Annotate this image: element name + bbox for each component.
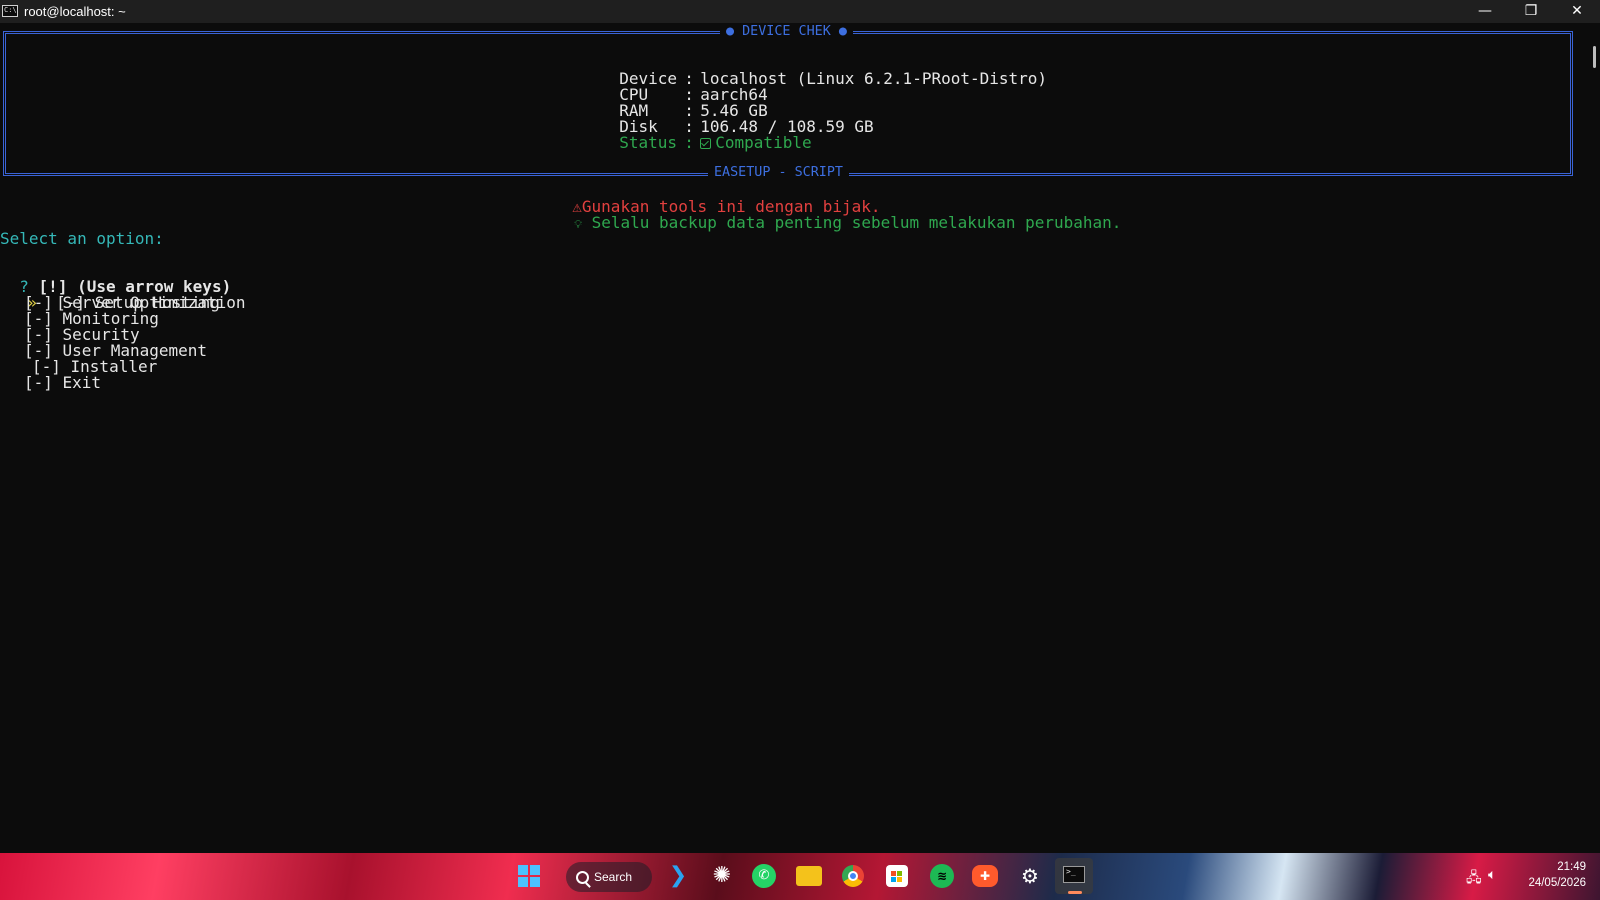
easetup-script-label: EASETUP - SCRIPT <box>708 165 849 181</box>
active-indicator <box>1068 891 1082 894</box>
status-sep: : <box>684 133 694 152</box>
menu-option-exit[interactable]: [-] Exit <box>24 375 101 391</box>
microsoft-store-icon[interactable] <box>886 865 908 887</box>
close-button[interactable]: ✕ <box>1554 0 1600 23</box>
volume-icon[interactable]: 🔈︎ <box>1488 867 1496 883</box>
close-icon: ✕ <box>1571 3 1583 19</box>
whatsapp-icon[interactable]: ✆ <box>752 864 776 888</box>
terminal-app-icon: C:\ <box>2 5 18 17</box>
search-icon <box>576 871 589 884</box>
scrollbar-thumb[interactable] <box>1593 46 1596 68</box>
status-label: Status <box>619 133 678 152</box>
steam-icon[interactable]: ⚙ <box>1016 862 1044 890</box>
minimize-icon: — <box>1478 3 1492 19</box>
chatgpt-icon[interactable]: ✺ <box>708 862 736 890</box>
status-row: Status: Compatible <box>600 119 812 152</box>
game-icon[interactable]: ✚ <box>972 865 998 887</box>
tip-text: Selalu backup data penting sebelum melak… <box>591 213 1122 232</box>
tip-notice: 💡︎ Selalu backup data penting sebelum me… <box>555 199 1121 233</box>
device-check-title: ● DEVICE CHEK ● <box>720 24 853 40</box>
chrome-icon[interactable] <box>842 865 864 887</box>
terminal-taskbar-button[interactable]: >_ <box>1055 858 1093 894</box>
network-icon[interactable]: 🖧︎ <box>1466 867 1482 891</box>
checkbox-check-icon <box>700 138 712 149</box>
terminal-icon: >_ <box>1063 866 1085 883</box>
vscode-icon[interactable]: ❯ <box>664 862 692 890</box>
taskbar-search-button[interactable]: Search <box>566 862 652 892</box>
select-option-heading: Select an option: <box>0 229 164 248</box>
window-title: root@localhost: ~ <box>24 4 126 19</box>
restore-button[interactable]: ❐ <box>1508 0 1554 23</box>
restore-icon: ❐ <box>1524 3 1538 19</box>
lightbulb-icon: 💡︎ <box>574 218 582 231</box>
minimize-button[interactable]: — <box>1462 0 1508 23</box>
taskbar: Search ❯ ✺ ✆ ≋ ✚ ⚙ >_ 🖧︎ 🔈︎ 21:49 24/05/… <box>0 853 1600 900</box>
clock-date: 24/05/2026 <box>1528 877 1586 889</box>
spotify-icon[interactable]: ≋ <box>930 864 954 888</box>
title-bar: C:\ root@localhost: ~ — ❐ ✕ <box>0 0 1600 23</box>
clock-time: 21:49 <box>1557 861 1586 873</box>
status-value: Compatible <box>715 133 812 152</box>
windows-start-icon[interactable] <box>518 865 540 887</box>
taskbar-clock[interactable]: 21:49 24/05/2026 <box>1528 859 1586 891</box>
search-label: Search <box>594 870 633 884</box>
file-explorer-icon[interactable] <box>796 866 822 886</box>
